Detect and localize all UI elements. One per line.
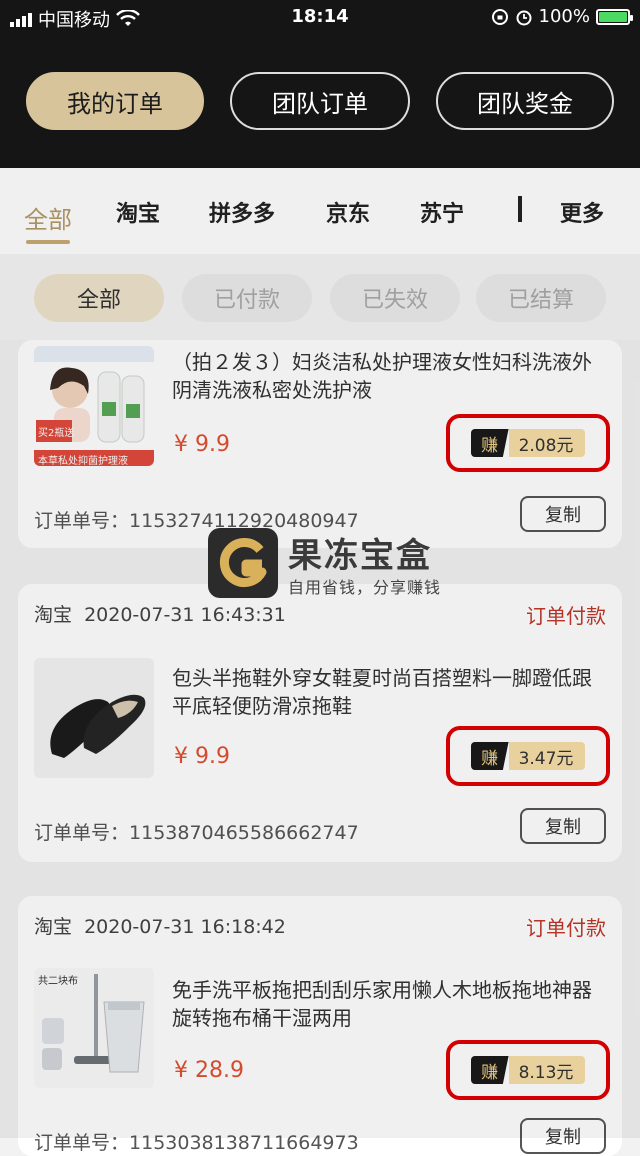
order-header: 淘宝 2020-07-31 16:43:31 订单付款 (34, 600, 606, 628)
product-image: 买2瓶送 本草私处抑菌护理液 (34, 346, 154, 466)
order-card: 淘宝 2020-07-31 16:43:31 订单付款 包头半拖鞋外穿女鞋夏时尚… (18, 584, 622, 862)
product-title[interactable]: 包头半拖鞋外穿女鞋夏时尚百搭塑料一脚蹬低跟平底轻便防滑凉拖鞋 (172, 664, 602, 720)
order-number-value: 1153870465586662747 (129, 822, 359, 844)
order-card: 淘宝 2020-07-31 16:18:42 订单付款 共二块布 免手洗平板拖把… (18, 896, 622, 1156)
product-image: 共二块布 (34, 968, 154, 1088)
filter-invalid[interactable]: 已失效 (330, 274, 460, 322)
order-source: 淘宝 (34, 604, 73, 626)
product-image (34, 658, 154, 778)
thumb-label-text: 共二块布 (38, 976, 78, 987)
order-number: 订单单号：1153870465586662747 (34, 818, 359, 845)
tab-my-orders-label: 我的订单 (67, 89, 163, 118)
rotation-lock-icon (491, 8, 508, 25)
order-number: 订单单号：1153038138711664973 (34, 1128, 359, 1155)
filter-all[interactable]: 全部 (34, 274, 164, 322)
tab-team-orders-label: 团队订单 (272, 89, 368, 118)
filter-settled-label: 已结算 (507, 288, 574, 313)
earn-badge: 赚 2.08元 (446, 414, 610, 472)
filter-invalid-label: 已失效 (361, 288, 428, 313)
platform-tab-pinduoduo[interactable]: 拼多多 (209, 196, 275, 228)
tab-my-orders[interactable]: 我的订单 (26, 72, 204, 130)
product-price: ¥ 9.9 (174, 744, 230, 769)
battery-percent: 100% (538, 6, 590, 27)
watermark-logo-icon (208, 528, 278, 598)
product-price: ¥ 28.9 (174, 1058, 244, 1083)
thumb-promo-text: 买2瓶送 (38, 428, 75, 439)
thumb-banner-text: 本草私处抑菌护理液 (38, 456, 128, 466)
filter-paid-label: 已付款 (213, 288, 280, 313)
alarm-icon (516, 10, 532, 25)
order-card: 买2瓶送 本草私处抑菌护理液 （拍２发３）妇炎洁私处护理液女性妇科洗液外阴清洗液… (18, 340, 622, 548)
order-source: 淘宝 (34, 916, 73, 938)
tab-team-orders[interactable]: 团队订单 (230, 72, 410, 130)
platform-tab-more[interactable]: 更多 (560, 196, 604, 228)
tabs-divider (518, 196, 522, 222)
filter-all-label: 全部 (76, 288, 121, 313)
platform-tab-suning[interactable]: 苏宁 (420, 196, 464, 228)
watermark-subtitle: 自用省钱，分享赚钱 (288, 578, 442, 597)
platform-tab-taobao[interactable]: 淘宝 (116, 196, 160, 228)
active-tab-indicator (26, 240, 70, 244)
platform-tab-all[interactable]: 全部 (24, 200, 72, 235)
product-photo-wash (34, 346, 154, 466)
platform-tabs: 全部 淘宝 拼多多 京东 苏宁 更多 (0, 168, 640, 254)
tab-team-bonus-label: 团队奖金 (477, 89, 573, 118)
filter-bar: 全部 已付款 已失效 已结算 (0, 254, 640, 340)
order-number-label: 订单单号： (34, 822, 130, 844)
earn-label: 赚 (470, 1056, 509, 1084)
order-header: 淘宝 2020-07-31 16:18:42 订单付款 (34, 912, 606, 940)
order-datetime: 2020-07-31 16:43:31 (84, 604, 286, 626)
filter-settled[interactable]: 已结算 (476, 274, 606, 322)
watermark-title: 果冻宝盒 (288, 536, 432, 576)
copy-button[interactable]: 复制 (520, 808, 606, 844)
order-number-label: 订单单号： (34, 510, 130, 532)
filter-paid[interactable]: 已付款 (182, 274, 312, 322)
battery-icon (596, 8, 633, 25)
platform-tab-jd[interactable]: 京东 (326, 196, 370, 228)
order-datetime: 2020-07-31 16:18:42 (84, 916, 286, 938)
product-photo-slippers (34, 658, 154, 778)
header-bar: 中国移动 18:14 100% 我的订单 团队订单 团队奖金 (0, 0, 640, 168)
status-bar: 中国移动 18:14 100% (0, 0, 640, 36)
earn-label: 赚 (470, 742, 509, 770)
copy-button[interactable]: 复制 (520, 496, 606, 532)
watermark: 果冻宝盒 自用省钱，分享赚钱 (208, 528, 468, 598)
earn-label: 赚 (470, 429, 509, 457)
earn-amount: 8.13元 (508, 1056, 586, 1084)
copy-button[interactable]: 复制 (520, 1118, 606, 1154)
product-price: ¥ 9.9 (174, 432, 230, 457)
order-number-label: 订单单号： (34, 1132, 130, 1154)
product-title[interactable]: （拍２发３）妇炎洁私处护理液女性妇科洗液外阴清洗液私密处洗护液 (172, 348, 602, 404)
earn-badge: 赚 8.13元 (446, 1040, 610, 1100)
earn-badge: 赚 3.47元 (446, 726, 610, 786)
earn-amount: 2.08元 (508, 429, 586, 457)
tab-team-bonus[interactable]: 团队奖金 (436, 72, 614, 130)
order-number-value: 1153038138711664973 (129, 1132, 359, 1154)
order-status: 订单付款 (526, 916, 606, 940)
order-status: 订单付款 (526, 604, 606, 628)
product-title[interactable]: 免手洗平板拖把刮刮乐家用懒人木地板拖地神器旋转拖布桶干湿两用 (172, 976, 602, 1032)
earn-amount: 3.47元 (508, 742, 586, 770)
